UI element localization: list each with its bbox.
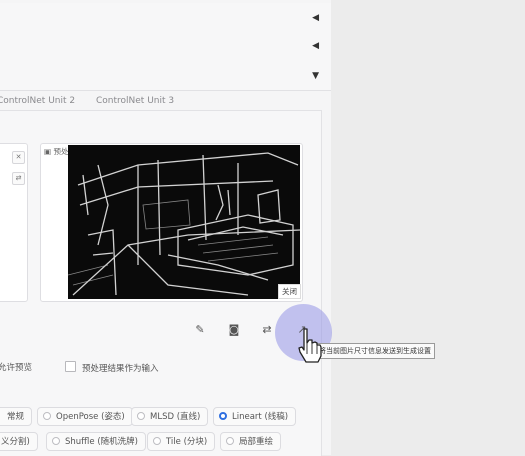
radio-segmentation[interactable]: 义分割) — [0, 432, 38, 451]
tab-controlnet-unit-3[interactable]: ControlNet Unit 3 — [96, 96, 174, 106]
radio-openpose[interactable]: OpenPose (姿态) — [37, 407, 133, 426]
lineart-preview-image — [68, 145, 300, 299]
lineart-drawing — [68, 152, 300, 296]
hand-cursor-icon — [298, 328, 322, 363]
accordion-row-3[interactable]: ▼ — [0, 60, 331, 91]
radio-mlsd[interactable]: MLSD (直线) — [131, 407, 209, 426]
radio-all[interactable]: 常规 — [0, 407, 33, 426]
allow-preview-option[interactable]: 允许预览 — [0, 361, 32, 373]
radio-dot-selected[interactable] — [219, 412, 227, 420]
collapse-arrow-icon[interactable]: ◀ — [312, 42, 319, 51]
input-image-box[interactable] — [0, 143, 28, 302]
edit-icon[interactable]: ✎ — [193, 323, 207, 337]
preview-as-input-checkbox[interactable] — [65, 361, 76, 372]
radio-dot[interactable] — [226, 437, 234, 445]
send-size-tooltip: 将当前图片尺寸信息发送到生成设置 — [315, 343, 435, 359]
swap-arrows-icon[interactable]: ⇄ — [260, 323, 274, 337]
right-background — [331, 0, 525, 455]
radio-lineart[interactable]: Lineart (线稿) — [213, 407, 297, 426]
radio-dot[interactable] — [52, 437, 60, 445]
radio-shuffle[interactable]: Shuffle (随机洗牌) — [46, 432, 146, 451]
radio-tile[interactable]: Tile (分块) — [147, 432, 216, 451]
preview-as-input-option[interactable]: 预处理结果作为输入 — [65, 361, 159, 374]
expand-arrow-icon[interactable]: ▼ — [312, 72, 319, 81]
radio-dot[interactable] — [43, 412, 51, 420]
collapse-arrow-icon[interactable]: ◀ — [312, 14, 319, 23]
close-icon[interactable]: ✕ — [12, 151, 25, 164]
radio-dot[interactable] — [137, 412, 145, 420]
close-preview-button[interactable]: 关闭 — [278, 284, 301, 299]
tab-controlnet-unit-2[interactable]: ControlNet Unit 2 — [0, 96, 75, 106]
swap-icon[interactable]: ⇄ — [12, 172, 25, 185]
camera-icon[interactable]: ◙ — [227, 323, 241, 337]
radio-dot[interactable] — [153, 437, 161, 445]
radio-inpaint[interactable]: 局部重绘 — [220, 432, 282, 451]
